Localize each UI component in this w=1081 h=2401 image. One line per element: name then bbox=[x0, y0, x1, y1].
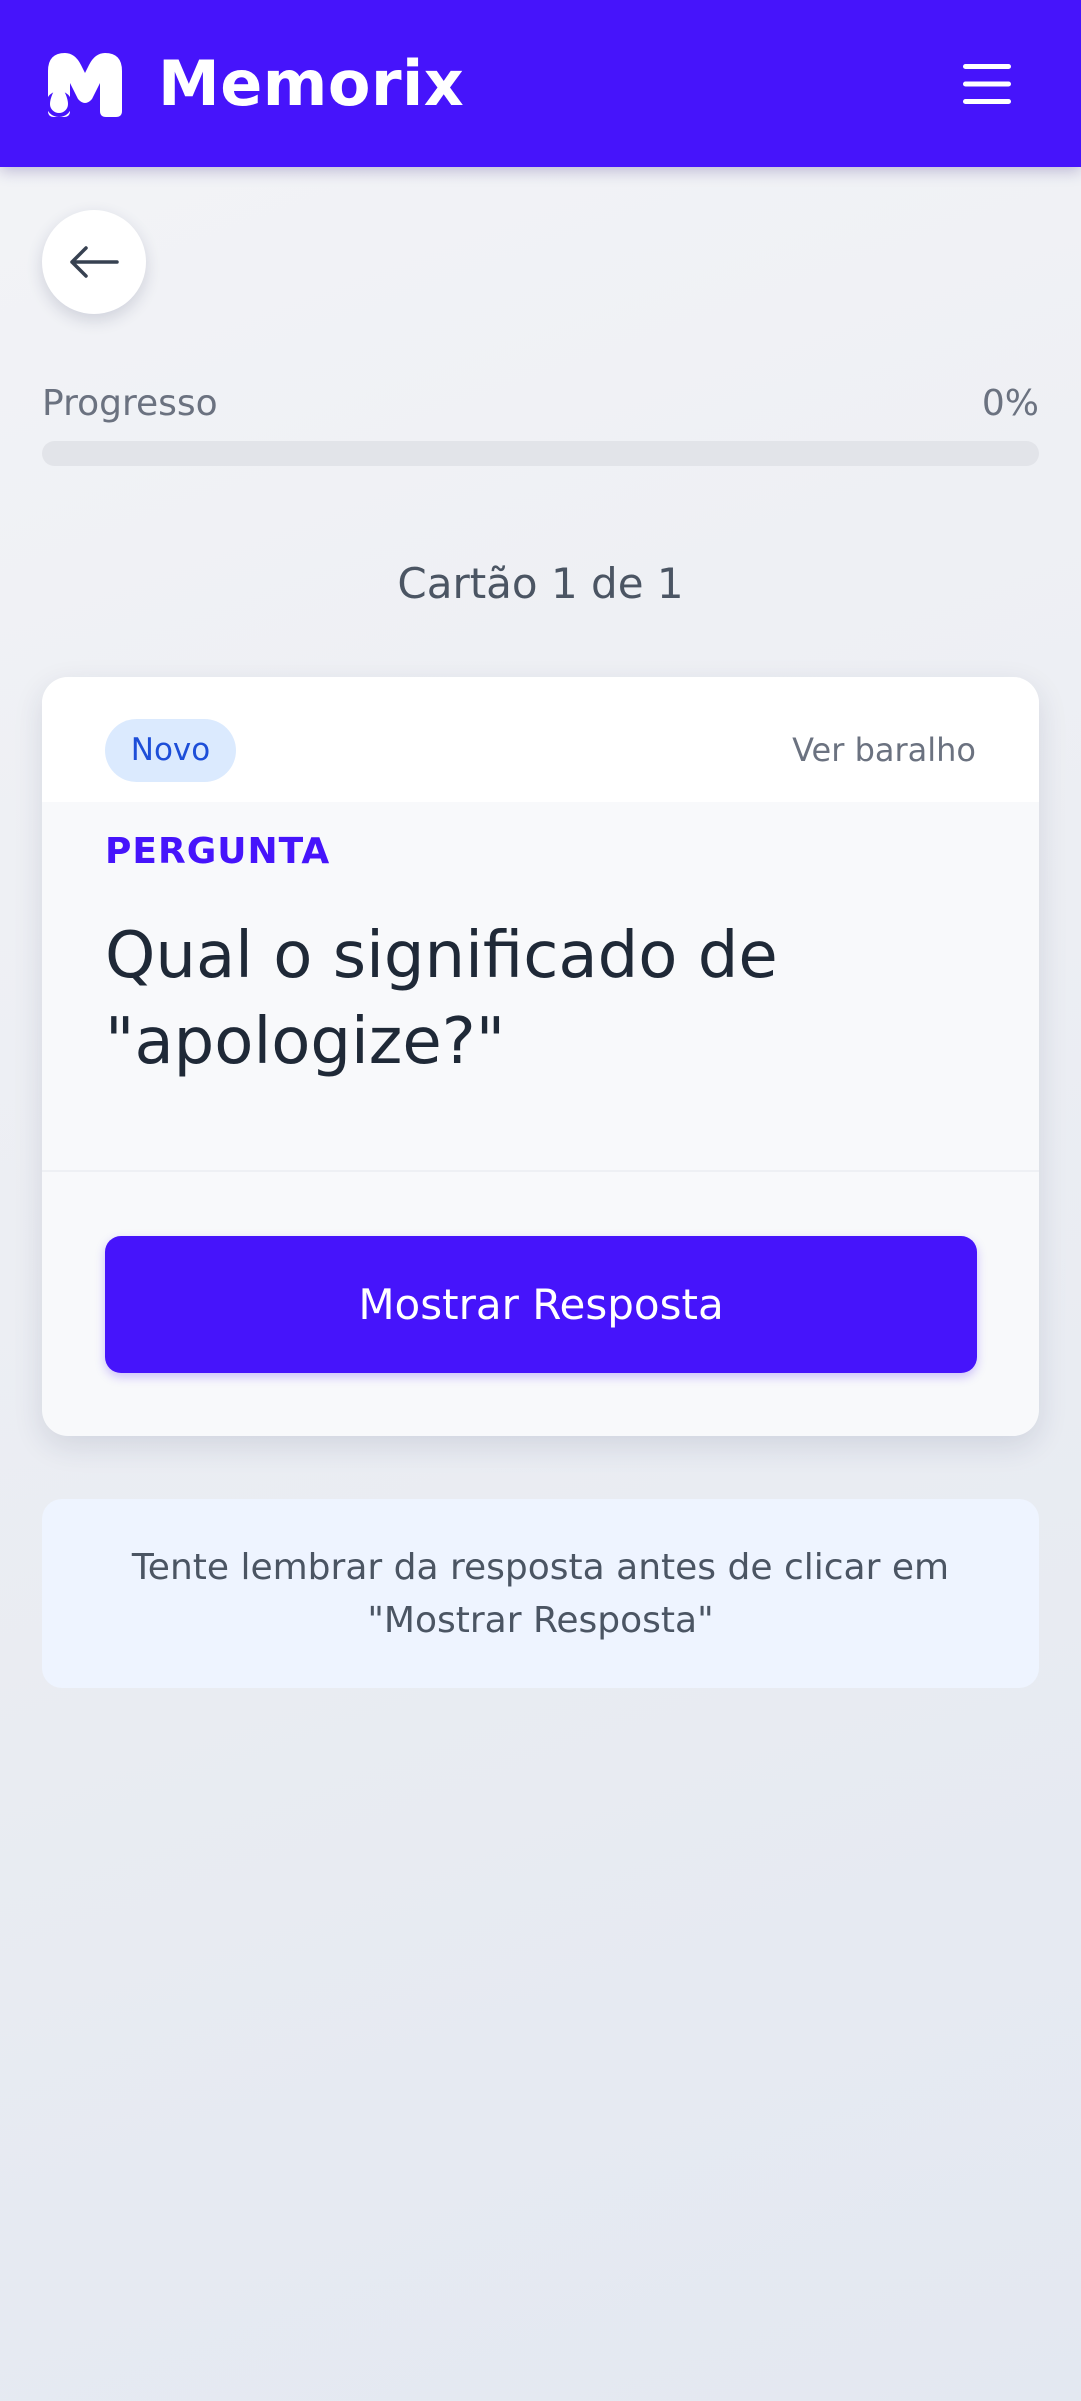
app-title: Memorix bbox=[158, 47, 465, 120]
hint-box: Tente lembrar da resposta antes de clica… bbox=[42, 1499, 1039, 1688]
card-header: Novo Ver baralho bbox=[42, 677, 1039, 802]
divider bbox=[42, 1170, 1039, 1172]
view-deck-link[interactable]: Ver baralho bbox=[792, 727, 976, 773]
question-text: Qual o significado de "apologize?" bbox=[105, 919, 778, 1079]
hint-text: Tente lembrar da resposta antes de clica… bbox=[131, 1546, 950, 1641]
card-counter: Cartão 1 de 1 bbox=[397, 559, 684, 608]
progress-label: Progresso bbox=[42, 383, 218, 424]
show-answer-button[interactable]: Mostrar Resposta bbox=[105, 1236, 977, 1373]
flashcard: Novo Ver baralho PERGUNTA Qual o signifi… bbox=[42, 677, 1039, 1436]
question-label: PERGUNTA bbox=[105, 831, 331, 872]
arrow-left-icon bbox=[70, 246, 119, 278]
memorix-logo-icon bbox=[48, 53, 122, 117]
back-button[interactable] bbox=[42, 210, 146, 314]
app-header: Memorix bbox=[0, 0, 1081, 167]
progress-bar bbox=[42, 441, 1039, 466]
status-badge: Novo bbox=[105, 719, 236, 782]
hamburger-menu-icon[interactable] bbox=[957, 62, 1017, 106]
progress-value: 0% bbox=[981, 383, 1039, 424]
